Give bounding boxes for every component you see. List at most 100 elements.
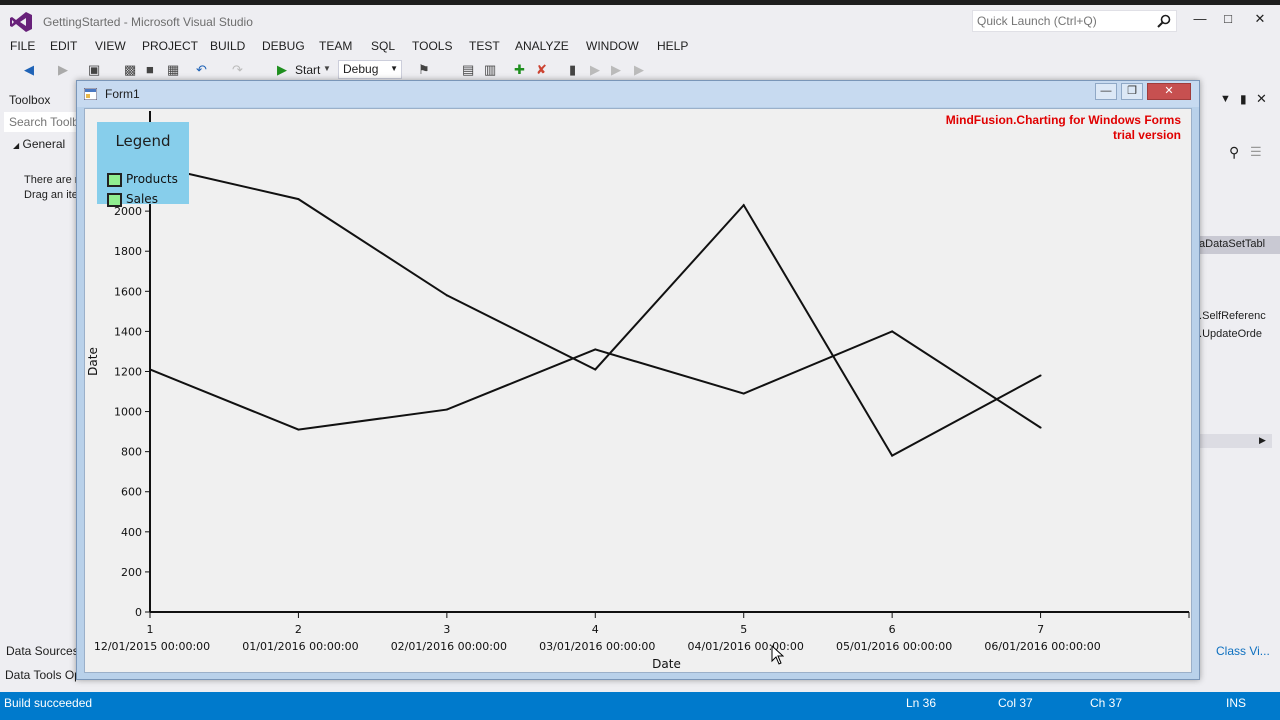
quick-launch-box[interactable] [972, 10, 1177, 32]
panel-close-icon[interactable]: ✕ [1256, 91, 1267, 107]
form-minimize-button[interactable]: — [1095, 83, 1117, 100]
toolbox-empty-line-2: Drag an item onto this text to add it to… [24, 189, 76, 201]
scroll-right-icon[interactable]: ▶ [1259, 435, 1266, 446]
y-axis-title: Date [86, 347, 100, 376]
save-icon[interactable]: ■ [146, 62, 154, 77]
save-all-icon[interactable]: ▦ [167, 62, 179, 78]
toolbox-search-box[interactable] [4, 112, 76, 132]
form1-window[interactable]: Form1 — ❐ ✕ 0 200 400 600 800 1000 1200 1400 160… [76, 80, 1200, 680]
status-char: Ch 37 [1090, 696, 1123, 710]
pin-icon[interactable]: ▼ [1220, 93, 1231, 105]
tab-data-sources[interactable]: Data Sources [6, 644, 79, 658]
status-col: Col 37 [998, 696, 1033, 710]
menu-debug[interactable]: DEBUG [262, 39, 305, 53]
maximize-icon[interactable]: □ [1218, 11, 1238, 27]
back-icon[interactable]: ◀ [24, 62, 34, 78]
right-panel-item[interactable]: r.SelfReferenc [1196, 310, 1266, 322]
y-tick-label: 1400 [114, 325, 142, 338]
menu-help[interactable]: HELP [657, 39, 688, 53]
undo-icon[interactable]: ↶ [196, 62, 207, 78]
data-point-sales [594, 348, 597, 351]
chart-legend: Legend Products Sales [97, 122, 189, 207]
add-bookmark-icon[interactable]: ✚ [514, 62, 525, 78]
collapse-triangle-icon: ◢ [13, 141, 20, 150]
tab-class-view[interactable]: Class Vi... [1216, 644, 1270, 658]
right-panel-item[interactable]: taDataSetTabl [1196, 238, 1265, 250]
data-point-products [891, 454, 894, 457]
x-tick-label: 7 [1037, 623, 1044, 636]
open-file-icon[interactable]: ▩ [124, 62, 136, 78]
y-tick-label: 1800 [114, 245, 142, 258]
menu-project[interactable]: PROJECT [142, 39, 198, 53]
start-icon[interactable]: ▶ [277, 62, 287, 78]
start-dropdown-icon[interactable]: ▼ [323, 64, 331, 73]
forward-icon[interactable]: ▶ [58, 62, 68, 78]
menu-test[interactable]: TEST [469, 39, 500, 53]
right-panel-item[interactable]: r.UpdateOrde [1196, 328, 1262, 340]
x-date-label: 04/01/2016 00:00:00 [688, 640, 804, 653]
menu-window[interactable]: WINDOW [586, 39, 639, 53]
prev-bookmark-icon[interactable]: ▶ [590, 62, 600, 78]
align-left-icon[interactable]: ▤ [462, 62, 474, 78]
data-point-sales [742, 392, 745, 395]
bookmark-icon[interactable]: ▮ [569, 62, 576, 78]
x-date-label: 06/01/2016 00:00:00 [984, 640, 1100, 653]
y-tick-label: 1600 [114, 285, 142, 298]
x-date-label: 01/01/2016 00:00:00 [242, 640, 358, 653]
panel-search-icon[interactable]: ⚲ [1229, 144, 1239, 161]
mouse-cursor-icon [771, 645, 784, 665]
status-insert-mode: INS [1226, 696, 1247, 710]
visual-studio-logo-icon [10, 12, 32, 32]
series-line-products [149, 164, 1042, 457]
quick-launch-input[interactable] [973, 11, 1148, 31]
x-date-label: 05/01/2016 00:00:00 [836, 640, 952, 653]
toolbox-group-label: General [22, 137, 66, 151]
solution-config-value: Debug [343, 62, 379, 76]
menu-file[interactable]: FILE [10, 39, 35, 53]
x-tick-label: 5 [740, 623, 747, 636]
auto-hide-pin-icon[interactable]: ▮ [1240, 92, 1247, 106]
menu-edit[interactable]: EDIT [50, 39, 77, 53]
form-close-button[interactable]: ✕ [1147, 83, 1191, 100]
menu-view[interactable]: VIEW [95, 39, 126, 53]
search-icon[interactable] [1156, 13, 1172, 29]
menu-sql[interactable]: SQL [371, 39, 395, 53]
y-tick-label: 0 [135, 606, 142, 619]
chevron-down-icon: ▼ [390, 64, 398, 73]
start-button[interactable]: Start [295, 63, 320, 77]
window-title: GettingStarted - Microsoft Visual Studio [43, 15, 253, 29]
align-icon[interactable]: ▥ [484, 62, 496, 78]
x-tick-label: 6 [889, 623, 896, 636]
trial-line-2: trial version [1112, 128, 1181, 142]
status-message: Build succeeded [4, 696, 93, 710]
close-icon[interactable]: ✕ [1250, 11, 1270, 27]
y-tick-label: 200 [121, 566, 142, 579]
remove-bookmark-icon[interactable]: ✘ [536, 62, 547, 78]
menu-tools[interactable]: TOOLS [412, 39, 452, 53]
solution-config-dropdown[interactable]: Debug ▼ [338, 60, 402, 79]
data-point-sales [1039, 426, 1042, 429]
form1-title-bar[interactable]: Form1 — ❐ ✕ [77, 81, 1199, 107]
toolbox-search-input[interactable] [4, 112, 76, 132]
panel-options-icon[interactable]: ☰ [1250, 144, 1262, 160]
legend-swatch [107, 173, 122, 187]
menu-team[interactable]: TEAM [319, 39, 352, 53]
redo-icon[interactable]: ↷ [232, 62, 243, 78]
clear-bookmarks-icon[interactable]: ▶ [634, 62, 644, 78]
data-point-sales [297, 428, 300, 431]
toolbox-header[interactable]: Toolbox [9, 93, 50, 107]
data-point-sales [891, 330, 894, 333]
minimize-icon[interactable]: — [1190, 11, 1210, 27]
y-tick-label: 1200 [114, 365, 142, 378]
toolbox-group-general[interactable]: ◢ General [13, 137, 65, 151]
next-bookmark-icon[interactable]: ▶ [611, 62, 621, 78]
form-restore-button[interactable]: ❐ [1121, 83, 1143, 100]
find-icon[interactable]: ⚑ [418, 62, 430, 78]
data-point-products [1039, 374, 1042, 377]
data-point-sales [445, 408, 448, 411]
x-date-label: 02/01/2016 00:00:00 [391, 640, 507, 653]
menu-analyze[interactable]: ANALYZE [515, 39, 569, 53]
new-project-icon[interactable]: ▣ [88, 62, 100, 78]
menu-build[interactable]: BUILD [210, 39, 245, 53]
y-tick-label: 400 [121, 526, 142, 539]
